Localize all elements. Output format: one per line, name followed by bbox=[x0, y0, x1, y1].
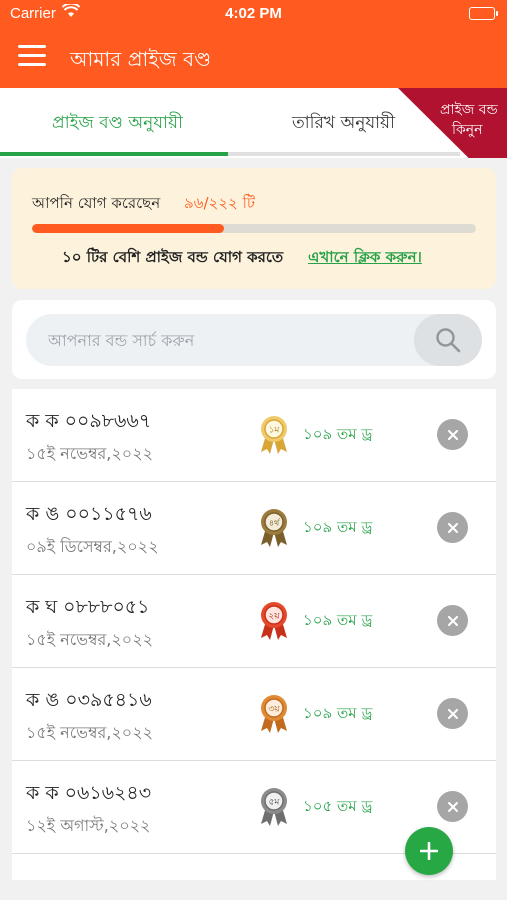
list-item[interactable]: ক ঙ ০৩৯৫৪১৬ ১৫ই নভেম্বর,২০২২ ৩য় ১০৯ তম … bbox=[12, 668, 496, 761]
medal-rank: ১ম bbox=[269, 426, 281, 436]
limit-progress-fill bbox=[32, 224, 224, 233]
list-item[interactable]: ক ক ০০৯৮৬৬৭ ১৫ই নভেম্বর,২০২২ ১ম ১০৯ তম ড… bbox=[12, 389, 496, 482]
tab-track bbox=[0, 152, 460, 156]
remove-bond-button[interactable] bbox=[437, 419, 468, 450]
close-icon bbox=[447, 708, 458, 719]
bond-list: ক ক ০০৯৮৬৬৭ ১৫ই নভেম্বর,২০২২ ১ম ১০৯ তম ড… bbox=[12, 389, 496, 880]
bond-date: ১৫ই নভেম্বর,২০২২ bbox=[26, 723, 153, 742]
add-bond-button[interactable] bbox=[405, 827, 453, 875]
bond-number: ক ঘ ০৮৮৮০৫১ bbox=[26, 596, 150, 618]
tab-indicator bbox=[0, 152, 228, 156]
bond-date: ০৯ই ডিসেম্বর,২০২২ bbox=[26, 537, 159, 556]
bond-number: ক ক ০০৯৮৬৬৭ bbox=[26, 410, 152, 432]
buy-prize-bond-ribbon[interactable]: প্রাইজ বন্ড কিনুন bbox=[398, 88, 507, 158]
bond-date: ১২ই অগাস্ট,২০২২ bbox=[26, 816, 151, 835]
close-icon bbox=[447, 801, 458, 812]
menu-icon[interactable] bbox=[18, 45, 46, 69]
draw-number: ১০৯ তম ড্র bbox=[303, 611, 373, 629]
bond-number: ক ঙ ০৩৯৫৪১৬ bbox=[26, 689, 152, 711]
search-button[interactable] bbox=[414, 314, 482, 366]
silver-medal-icon: ৫ম bbox=[261, 788, 287, 826]
page-title: আমার প্রাইজ বণ্ড bbox=[70, 47, 212, 71]
limit-note: ১০ টির বেশি প্রাইজ বন্ড যোগ করতে bbox=[62, 248, 284, 266]
tab-by-bond[interactable]: প্রাইজ বণ্ড অনুযায়ী bbox=[52, 110, 183, 138]
bond-number: ক ক ০৬১৬২৪৩ bbox=[26, 782, 152, 804]
bond-limit-card: আপনি যোগ করেছেন ৯৬/২২২ টি ১০ টির বেশি প্… bbox=[12, 168, 496, 289]
buy-ribbon-line2: কিনুন bbox=[452, 122, 483, 138]
battery-icon bbox=[469, 7, 498, 20]
tab-by-date[interactable]: তারিখ অনুযায়ী bbox=[292, 110, 395, 138]
list-item[interactable]: ক ঙ ০০১১৫৭৬ ০৯ই ডিসেম্বর,২০২২ ৪র্থ ১০৯ ত… bbox=[12, 482, 496, 575]
limit-progress-bar bbox=[32, 224, 476, 233]
close-icon bbox=[447, 429, 458, 440]
red-medal-icon: ২য় bbox=[261, 602, 287, 640]
close-icon bbox=[447, 615, 458, 626]
plus-icon bbox=[420, 842, 438, 860]
app-bar: আমার প্রাইজ বণ্ড bbox=[0, 28, 507, 88]
gold-medal-icon: ১ম bbox=[261, 416, 287, 454]
draw-number: ১০৫ তম ড্র bbox=[303, 797, 373, 815]
draw-number: ১০৯ তম ড্র bbox=[303, 518, 373, 536]
remove-bond-button[interactable] bbox=[437, 605, 468, 636]
medal-rank: ৩য় bbox=[268, 705, 280, 715]
clock: 4:02 PM bbox=[225, 5, 282, 22]
orange-medal-icon: ৩য় bbox=[261, 695, 287, 733]
status-bar: Carrier 4:02 PM bbox=[0, 0, 507, 28]
upgrade-link[interactable]: এখানে ক্লিক করুন। bbox=[308, 246, 422, 271]
medal-rank: ৫ম bbox=[269, 798, 281, 808]
added-count: ৯৬/২২২ টি bbox=[184, 194, 256, 212]
close-icon bbox=[447, 522, 458, 533]
search-icon bbox=[436, 328, 461, 353]
added-label: আপনি যোগ করেছেন bbox=[32, 194, 161, 212]
bond-number: ক ঙ ০০১১৫৭৬ bbox=[26, 503, 152, 525]
medal-rank: ২য় bbox=[268, 612, 280, 622]
draw-number: ১০৯ তম ড্র bbox=[303, 704, 373, 722]
medal-rank: ৪র্থ bbox=[269, 519, 280, 528]
remove-bond-button[interactable] bbox=[437, 512, 468, 543]
bronze-medal-icon: ৪র্থ bbox=[261, 509, 287, 547]
remove-bond-button[interactable] bbox=[437, 698, 468, 729]
draw-number: ১০৯ তম ড্র bbox=[303, 425, 373, 443]
bond-date: ১৫ই নভেম্বর,২০২২ bbox=[26, 630, 153, 649]
tab-bar: প্রাইজ বণ্ড অনুযায়ী তারিখ অনুযায়ী প্রা… bbox=[0, 88, 507, 158]
remove-bond-button[interactable] bbox=[437, 791, 468, 822]
bond-date: ১৫ই নভেম্বর,২০২২ bbox=[26, 444, 153, 463]
list-item[interactable]: ক ঘ ০৮৮৮০৫১ ১৫ই নভেম্বর,২০২২ ২য় ১০৯ তম … bbox=[12, 575, 496, 668]
search-card bbox=[12, 300, 496, 379]
